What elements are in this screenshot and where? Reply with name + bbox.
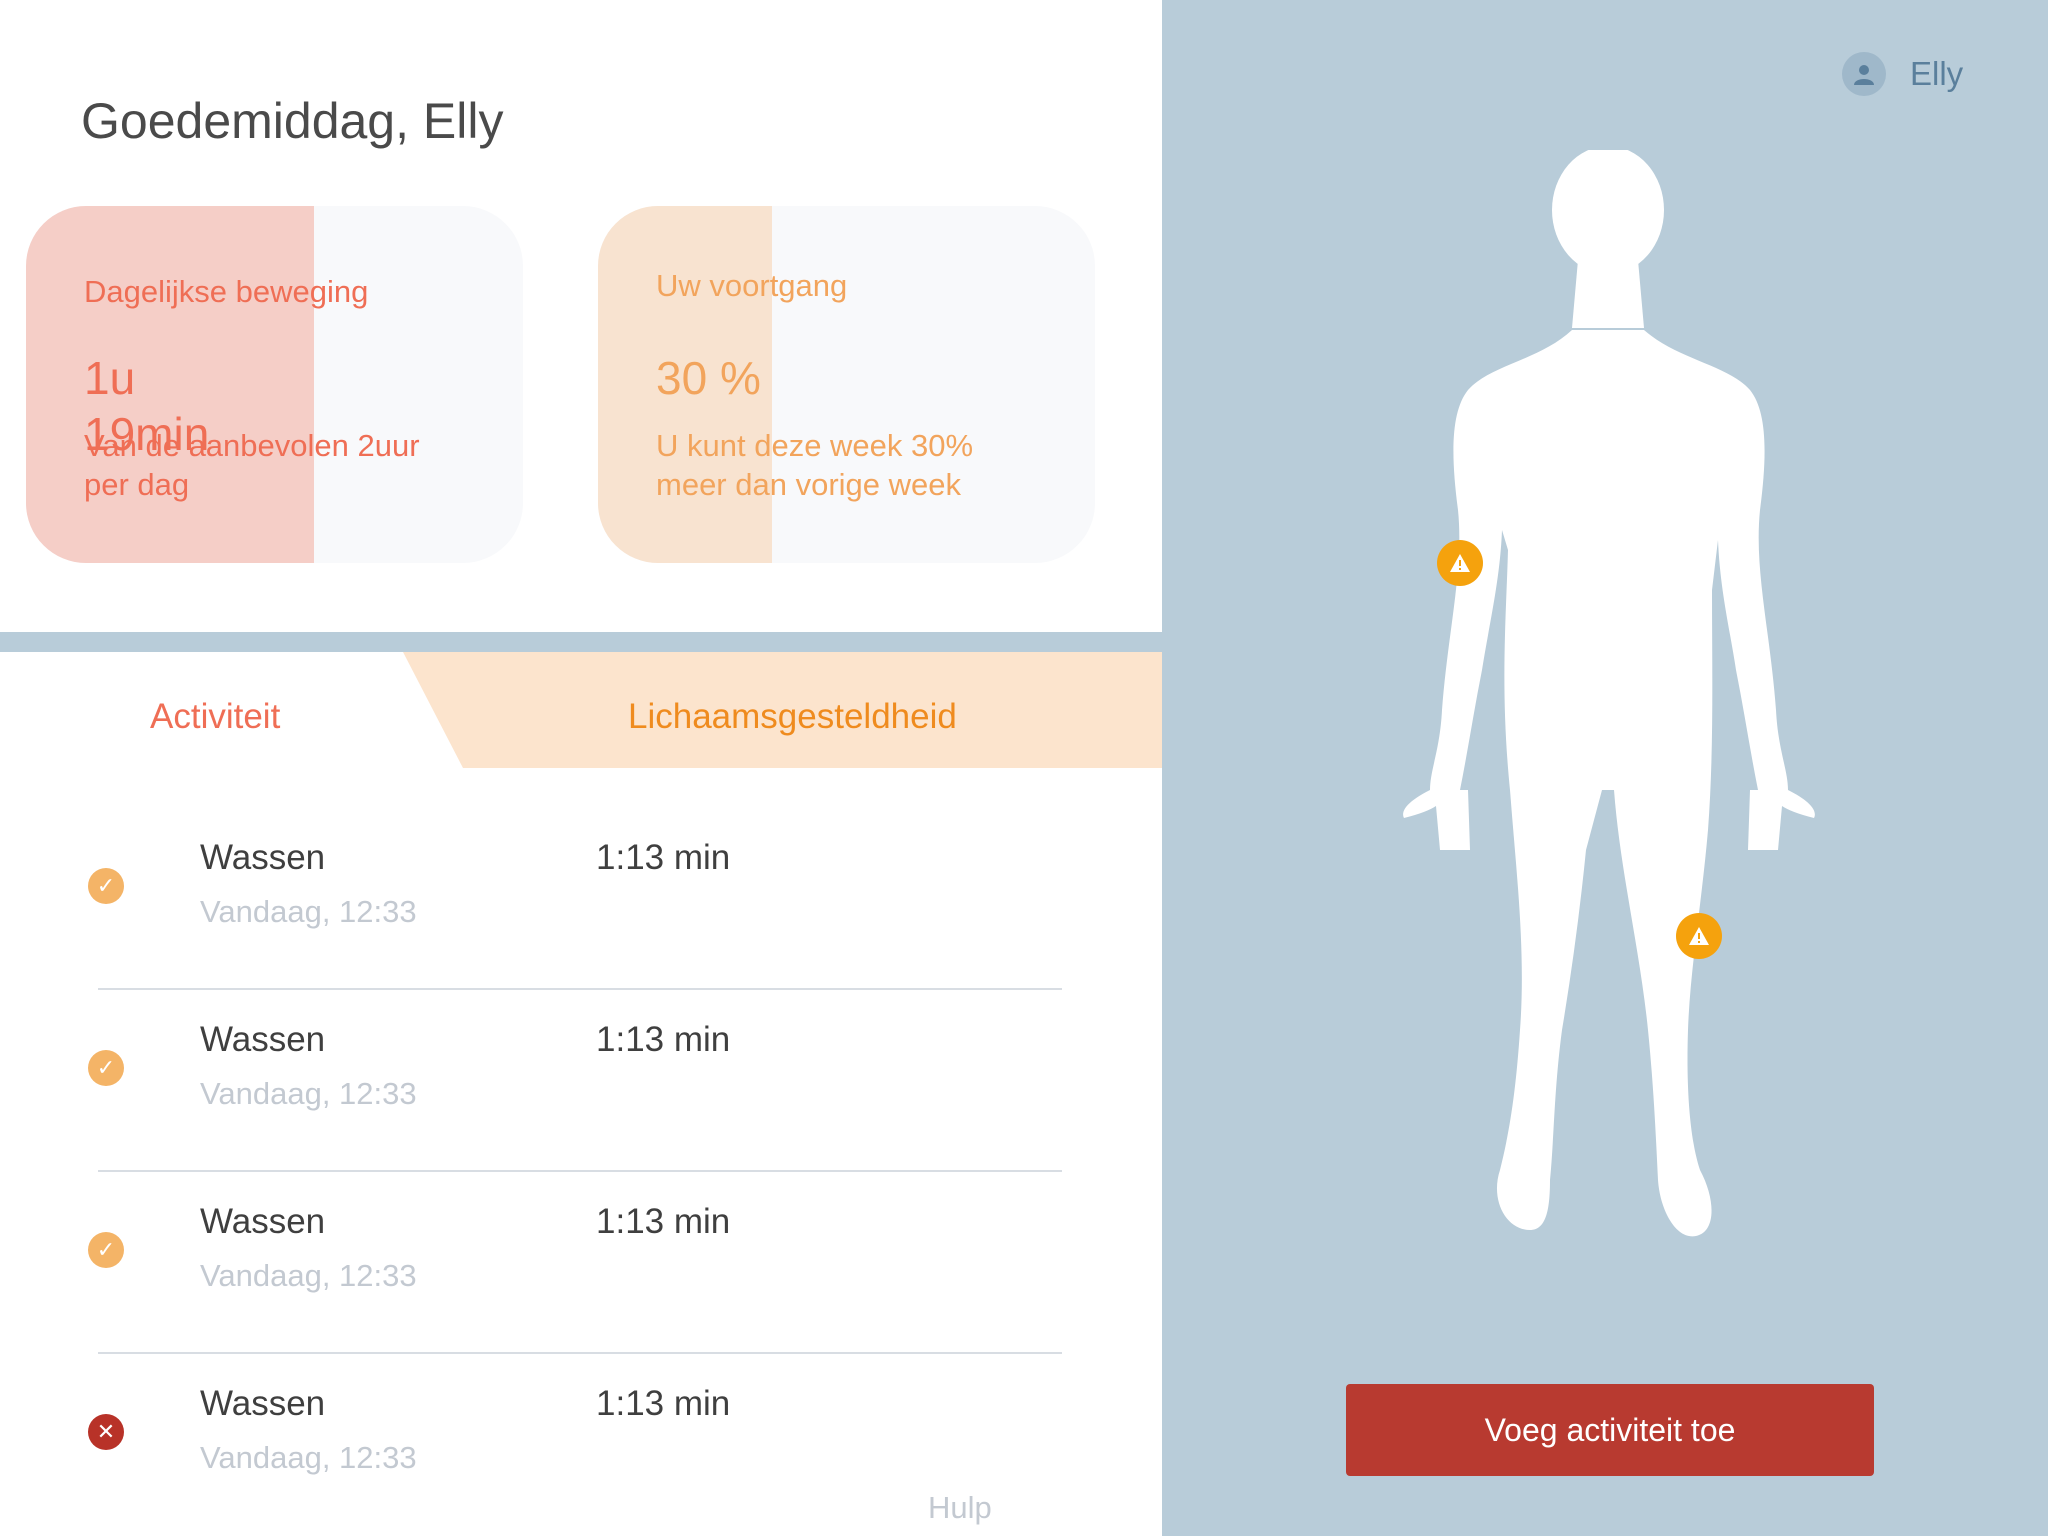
check-icon: ✓ xyxy=(88,1232,124,1268)
activity-duration: 1:13 min xyxy=(596,1202,731,1241)
activity-name: Wassen xyxy=(200,1202,326,1241)
check-icon: ✓ xyxy=(88,1050,124,1086)
help-link[interactable]: Hulp xyxy=(928,1490,992,1526)
progress-title: Uw voortgang xyxy=(656,268,848,303)
page-title: Goedemiddag, Elly xyxy=(81,93,504,149)
tab-activity[interactable]: Activiteit xyxy=(150,697,280,737)
activity-duration: 1:13 min xyxy=(596,838,731,877)
tab-body-condition[interactable]: Lichaamsgesteldheid xyxy=(628,697,957,737)
progress-description: U kunt deze week 30% meer dan vorige wee… xyxy=(656,428,974,502)
activity-time: Vandaag, 12:33 xyxy=(200,894,417,929)
daily-movement-title: Dagelijkse beweging xyxy=(84,274,369,309)
add-activity-button[interactable]: Voeg activiteit toe xyxy=(1346,1384,1874,1476)
body-silhouette xyxy=(1403,150,1815,1237)
activity-time: Vandaag, 12:33 xyxy=(200,1258,417,1293)
activity-duration: 1:13 min xyxy=(596,1384,731,1423)
activity-name: Wassen xyxy=(200,1384,326,1423)
activity-name: Wassen xyxy=(200,1020,326,1059)
user-name: Elly xyxy=(1910,55,1964,92)
list-item[interactable]: ✓ Wassen Vandaag, 12:33 1:13 min xyxy=(0,990,1100,1172)
daily-movement-description: Van de aanbevolen 2uur per dag xyxy=(84,428,420,502)
check-icon: ✓ xyxy=(88,868,124,904)
warning-icon[interactable] xyxy=(1676,913,1722,959)
left-panel: Goedemiddag, Elly Dagelijkse beweging 1u… xyxy=(0,0,1163,1536)
daily-movement-card[interactable]: Dagelijkse beweging 1u 19min Van de aanb… xyxy=(26,206,523,563)
user-menu[interactable]: Elly xyxy=(1842,52,1963,96)
close-icon: ✕ xyxy=(88,1414,124,1450)
progress-card[interactable]: Uw voortgang 30 % U kunt deze week 30% m… xyxy=(598,206,1095,563)
user-icon xyxy=(1842,52,1886,96)
activity-time: Vandaag, 12:33 xyxy=(200,1076,417,1111)
progress-value: 30 % xyxy=(656,352,761,404)
activity-name: Wassen xyxy=(200,838,326,877)
section-divider xyxy=(0,632,1162,652)
warning-icon[interactable] xyxy=(1437,540,1483,586)
activity-duration: 1:13 min xyxy=(596,1020,731,1059)
list-item[interactable]: ✓ Wassen Vandaag, 12:33 1:13 min xyxy=(0,808,1100,990)
list-item[interactable]: ✓ Wassen Vandaag, 12:33 1:13 min xyxy=(0,1172,1100,1354)
activity-time: Vandaag, 12:33 xyxy=(200,1440,417,1475)
